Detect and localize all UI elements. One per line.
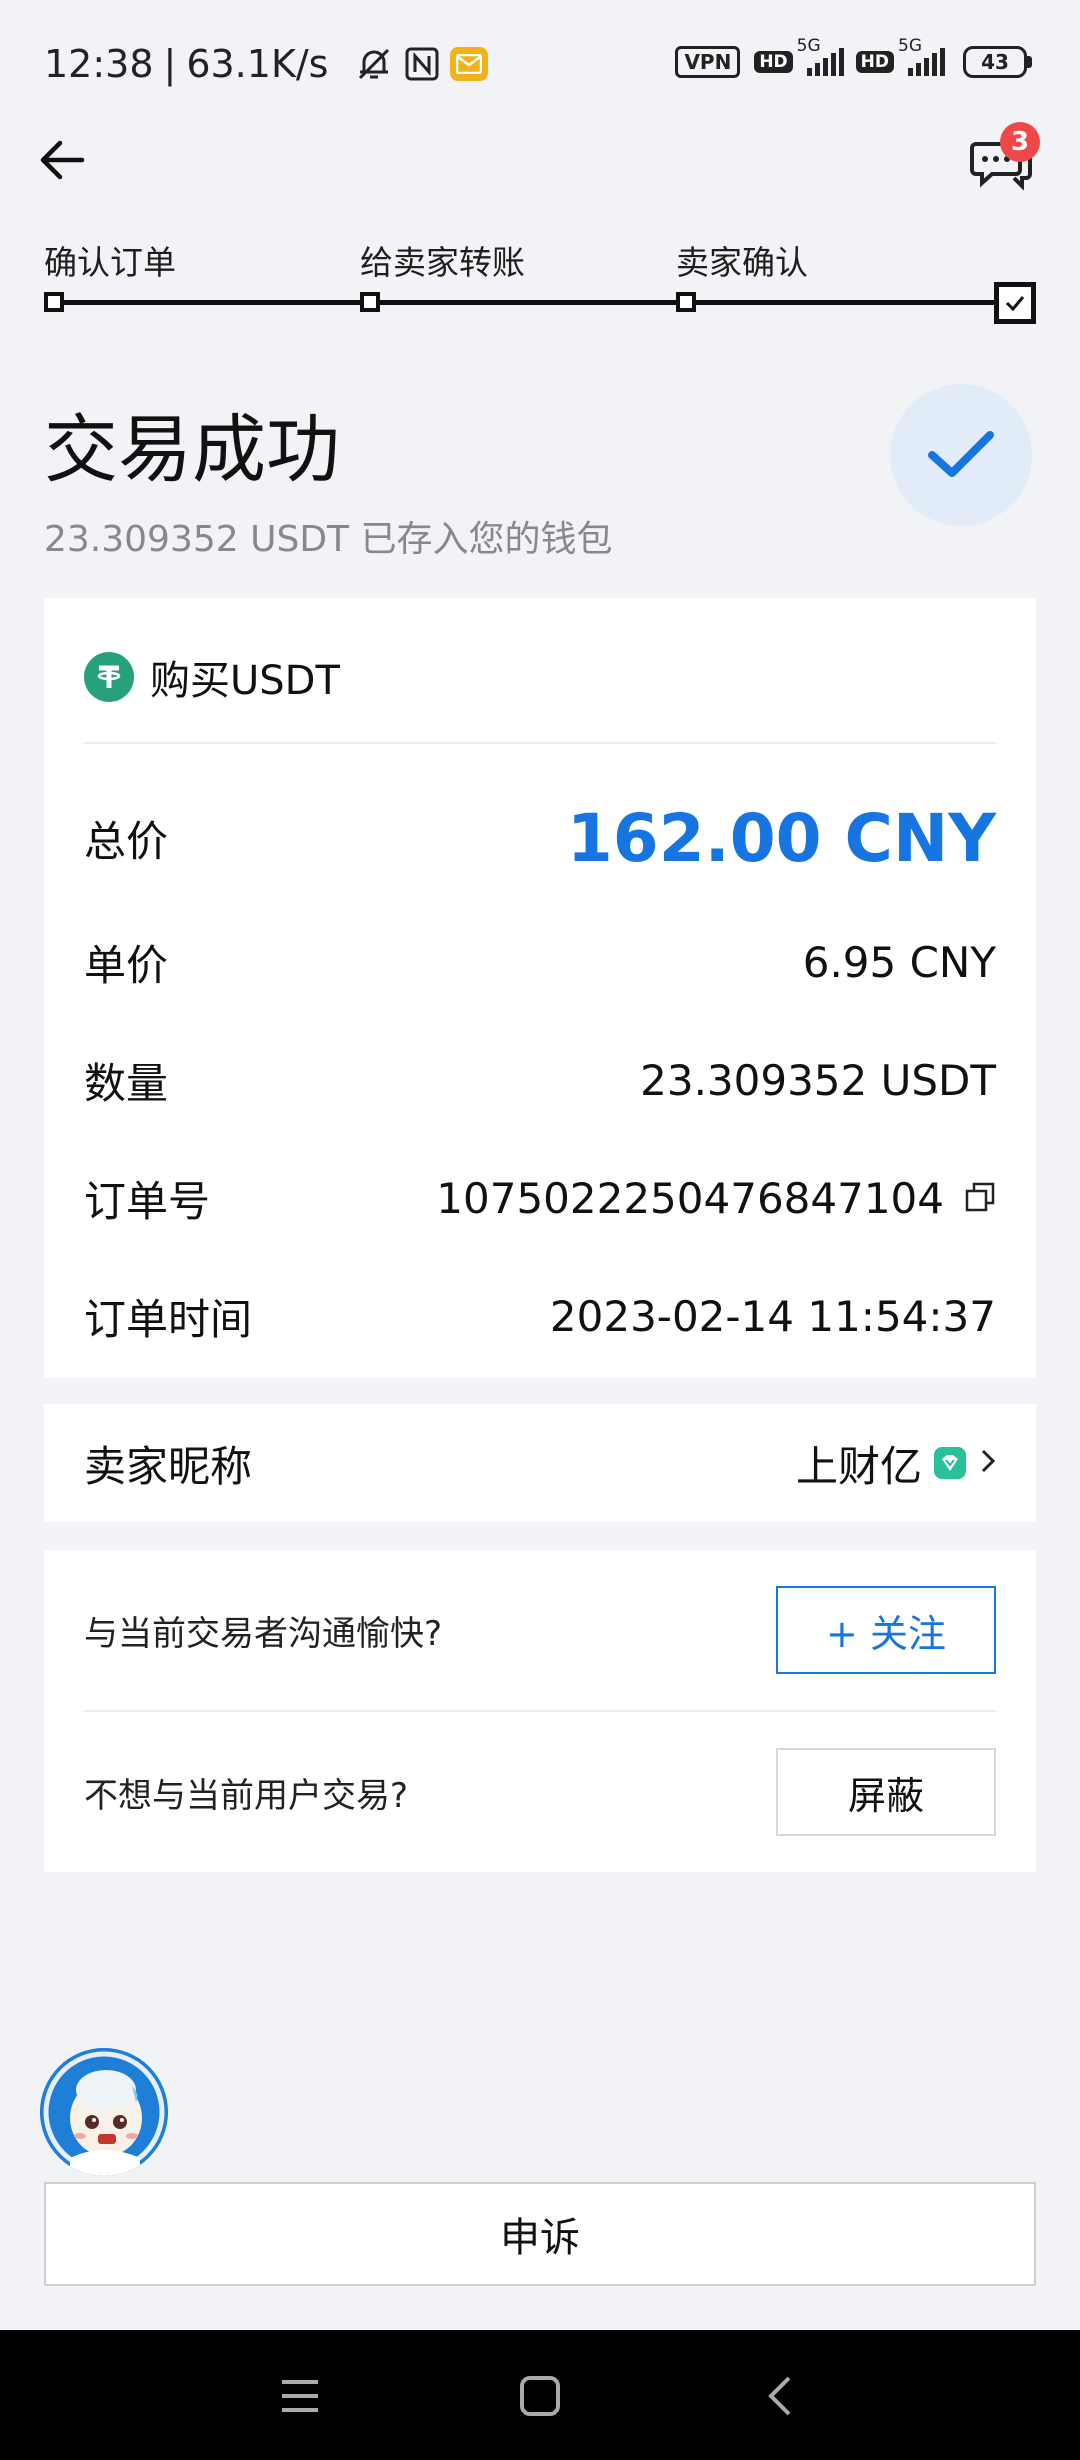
progress-node	[360, 292, 380, 312]
support-avatar[interactable]	[40, 2048, 168, 2176]
message-count-badge: 3	[1000, 122, 1040, 162]
vpn-badge: VPN	[675, 46, 741, 78]
seller-value: 上财亿	[796, 1433, 996, 1494]
mute-bell-icon	[354, 44, 394, 84]
follow-row: 与当前交易者沟通愉快? + 关注	[84, 1586, 996, 1674]
divider	[84, 1710, 996, 1712]
unit-price-label: 单价	[84, 940, 169, 990]
total-label: 总价	[84, 816, 169, 866]
divider	[84, 742, 996, 744]
block-row: 不想与当前用户交易? 屏蔽	[84, 1748, 996, 1836]
seller-name: 上财亿	[795, 1441, 922, 1491]
copy-icon[interactable]	[964, 1174, 996, 1223]
appeal-button[interactable]: 申诉	[44, 2182, 1036, 2286]
order-number-label: 订单号	[84, 1176, 211, 1226]
status-left: 12:38 | 63.1K/s	[44, 42, 489, 86]
nfc-icon	[404, 46, 440, 82]
quantity-label: 数量	[84, 1058, 169, 1108]
coin-header: 购买USDT	[84, 648, 340, 706]
total-row: 总价 162.00 CNY	[84, 798, 996, 878]
result-subtitle: 23.309352 USDT 已存入您的钱包	[44, 519, 613, 560]
network-type-sim2: 5G	[898, 36, 922, 56]
battery-icon: 43	[963, 46, 1032, 78]
chevron-right-icon	[980, 1447, 996, 1479]
check-icon	[1005, 296, 1025, 312]
home-nav-button[interactable]	[508, 2364, 572, 2428]
mail-notification-icon	[450, 47, 489, 81]
order-number-row: 订单号 1075022250476847104	[84, 1168, 996, 1228]
chevron-left-icon	[768, 2376, 791, 2416]
astronaut-mascot-icon	[40, 2048, 168, 2176]
quantity-value: 23.309352 USDT	[640, 1055, 996, 1105]
counterparty-actions-card: 与当前交易者沟通愉快? + 关注 不想与当前用户交易? 屏蔽	[44, 1550, 1036, 1872]
order-time-row: 订单时间 2023-02-14 11:54:37	[84, 1286, 996, 1346]
order-time-label: 订单时间	[84, 1294, 253, 1344]
back-button[interactable]	[34, 132, 90, 188]
step-transfer: 给卖家转账	[360, 243, 525, 282]
step-seller-confirm: 卖家确认	[676, 243, 808, 282]
status-bar: 12:38 | 63.1K/s VPN HD 5G HD 5G 43	[0, 0, 1080, 136]
signal-sim1: 5G	[797, 36, 844, 76]
follow-prompt: 与当前交易者沟通愉快?	[84, 1613, 443, 1654]
verified-merchant-icon	[934, 1447, 966, 1479]
seller-card[interactable]: 卖家昵称 上财亿	[44, 1404, 1036, 1522]
unit-price-value: 6.95 CNY	[802, 937, 996, 987]
network-type-sim1: 5G	[796, 36, 821, 56]
page-title: 交易成功	[44, 407, 340, 493]
progress-complete-node	[994, 282, 1036, 324]
clock: 12:38	[44, 42, 154, 86]
signal-sim2: 5G	[898, 36, 945, 76]
quantity-row: 数量 23.309352 USDT	[84, 1050, 996, 1110]
menu-nav-button[interactable]	[268, 2364, 332, 2428]
order-number-field: 1075022250476847104	[436, 1174, 996, 1223]
order-number-value: 1075022250476847104	[436, 1173, 944, 1223]
arrow-left-icon	[40, 140, 85, 180]
tether-icon	[84, 652, 134, 702]
system-navigation-bar	[0, 2330, 1080, 2460]
network-speed: 63.1K/s	[186, 42, 329, 86]
status-right: VPN HD 5G HD 5G 43	[675, 36, 1032, 78]
progress-node	[44, 292, 64, 312]
menu-icon	[282, 2380, 318, 2412]
back-nav-button[interactable]	[748, 2364, 812, 2428]
seller-label: 卖家昵称	[84, 1441, 253, 1491]
progress-node	[676, 292, 696, 312]
block-prompt: 不想与当前用户交易?	[84, 1775, 409, 1816]
progress-track	[54, 300, 1024, 305]
seller-row[interactable]: 卖家昵称 上财亿	[84, 1430, 996, 1496]
unit-price-row: 单价 6.95 CNY	[84, 932, 996, 992]
coin-title: 购买USDT	[150, 658, 340, 704]
success-badge	[890, 384, 1032, 526]
hd-badge-sim2: HD	[855, 51, 894, 73]
order-progress: 确认订单 给卖家转账 卖家确认	[44, 236, 1038, 326]
hd-badge-sim1: HD	[754, 51, 793, 73]
total-value: 162.00 CNY	[566, 799, 996, 877]
step-confirm-order: 确认订单	[44, 243, 176, 282]
follow-button[interactable]: + 关注	[776, 1586, 996, 1674]
check-icon	[928, 431, 994, 477]
battery-level: 43	[963, 46, 1027, 78]
block-button[interactable]: 屏蔽	[776, 1748, 996, 1836]
home-square-icon	[520, 2376, 560, 2416]
order-detail-card: 购买USDT 总价 162.00 CNY 单价 6.95 CNY 数量 23.3…	[44, 598, 1036, 1378]
order-time-value: 2023-02-14 11:54:37	[549, 1291, 996, 1341]
